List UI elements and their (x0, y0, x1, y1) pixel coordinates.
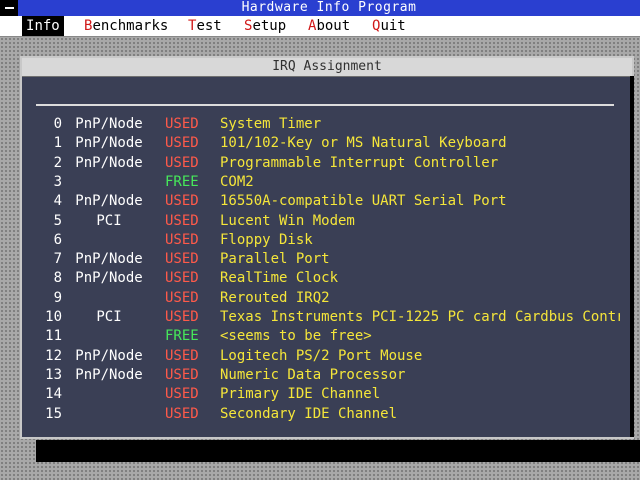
irq-description: Numeric Data Processor (220, 367, 406, 383)
irq-row-2: 2 PnP/Node USED Programmable Interrupt Cont… (22, 154, 632, 173)
irq-bus-type: PCI (96, 309, 122, 325)
irq-status: USED (165, 193, 199, 209)
irq-description: Programmable Interrupt Controller (220, 155, 499, 171)
menu-item-info[interactable]: Info (22, 16, 64, 36)
irq-status: USED (165, 309, 199, 325)
screen: Hardware Info Program Info Benchmarks Test… (0, 0, 640, 480)
irq-status: USED (165, 406, 199, 422)
menu-label: est (196, 18, 222, 34)
irq-number: 10 (45, 309, 62, 325)
irq-row-1: 1 PnP/Node USED 101/102-Key or MS Natural K… (22, 134, 632, 153)
irq-number: 5 (53, 213, 62, 229)
irq-number: 8 (53, 270, 62, 286)
irq-description: 16550A-compatible UART Serial Port (220, 193, 507, 209)
irq-row-3: 3 FREE COM2 (22, 173, 632, 192)
irq-row-7: 7 PnP/Node USED Parallel Port (22, 250, 632, 269)
system-menu-icon (5, 7, 14, 9)
irq-bus-type: PnP/Node (75, 135, 143, 151)
irq-status: FREE (165, 174, 199, 190)
menu-label: enchmarks (92, 18, 169, 34)
system-menu-button[interactable] (0, 0, 18, 16)
irq-description: Rerouted IRQ2 (220, 290, 330, 306)
irq-number: 4 (53, 193, 62, 209)
irq-row-15: 15 USED Secondary IDE Channel (22, 405, 632, 424)
irq-table: 0 PnP/Node USED System Timer 1 PnP/Node USED 10… (22, 58, 632, 437)
irq-description: RealTime Clock (220, 270, 339, 286)
irq-row-12: 12 PnP/Node USED Logitech PS/2 Port Mouse (22, 347, 632, 366)
irq-description: Primary IDE Channel (220, 386, 381, 402)
irq-description: Secondary IDE Channel (220, 406, 398, 422)
irq-bus-type: PnP/Node (75, 367, 143, 383)
irq-number: 3 (53, 174, 62, 190)
irq-bus-type: PCI (96, 213, 122, 229)
irq-number: 0 (53, 116, 62, 132)
irq-status: USED (165, 155, 199, 171)
irq-row-8: 8 PnP/Node USED RealTime Clock (22, 269, 632, 288)
irq-description: Texas Instruments PCI-1225 PC card Cardb… (220, 309, 620, 325)
irq-bus-type: PnP/Node (75, 193, 143, 209)
menu-label: nfo (34, 18, 60, 34)
irq-description: Logitech PS/2 Port Mouse (220, 348, 423, 364)
irq-bus-type: PnP/Node (75, 116, 143, 132)
menu-item-about[interactable]: About (304, 16, 354, 36)
irq-number: 13 (45, 367, 62, 383)
irq-status: FREE (165, 328, 199, 344)
irq-bus-type: PnP/Node (75, 251, 143, 267)
irq-number: 7 (53, 251, 62, 267)
irq-row-0: 0 PnP/Node USED System Timer (22, 115, 632, 134)
menu-label: uit (380, 18, 406, 34)
irq-description: 101/102-Key or MS Natural Keyboard (220, 135, 507, 151)
irq-description: Parallel Port (220, 251, 330, 267)
irq-number: 12 (45, 348, 62, 364)
irq-bus-type: PnP/Node (75, 155, 143, 171)
menu-item-setup[interactable]: Setup (240, 16, 290, 36)
irq-status: USED (165, 251, 199, 267)
irq-description: System Timer (220, 116, 322, 132)
menu-item-quit[interactable]: Quit (368, 16, 410, 36)
irq-description: COM2 (220, 174, 254, 190)
menu-item-benchmarks[interactable]: Benchmarks (80, 16, 172, 36)
irq-status: USED (165, 290, 199, 306)
irq-number: 1 (53, 135, 62, 151)
menu-bar: Info Benchmarks Test Setup About Quit (0, 16, 640, 37)
irq-bus-type: PnP/Node (75, 348, 143, 364)
irq-status: USED (165, 232, 199, 248)
irq-description: Floppy Disk (220, 232, 313, 248)
irq-number: 6 (53, 232, 62, 248)
irq-number: 14 (45, 386, 62, 402)
irq-status: USED (165, 348, 199, 364)
title-bar: Hardware Info Program (0, 0, 640, 16)
irq-row-13: 13 PnP/Node USED Numeric Data Processor (22, 366, 632, 385)
irq-row-14: 14 USED Primary IDE Channel (22, 385, 632, 404)
menu-label: etup (252, 18, 287, 34)
irq-row-6: 6 USED Floppy Disk (22, 231, 632, 250)
irq-row-10: 10 PCI USED Texas Instruments PCI-1225 PC c… (22, 308, 632, 327)
irq-status: USED (165, 135, 199, 151)
irq-row-4: 4 PnP/Node USED 16550A-compatible UART Seri… (22, 192, 632, 211)
irq-number: 2 (53, 155, 62, 171)
irq-bus-type: PnP/Node (75, 270, 143, 286)
app-title: Hardware Info Program (241, 0, 417, 15)
irq-row-5: 5 PCI USED Lucent Win Modem (22, 212, 632, 231)
irq-row-11: 11 FREE <seems to be free> (22, 327, 632, 346)
menu-item-test[interactable]: Test (184, 16, 226, 36)
irq-status: USED (165, 213, 199, 229)
irq-number: 9 (53, 290, 62, 306)
irq-description: Lucent Win Modem (220, 213, 355, 229)
irq-status: USED (165, 270, 199, 286)
irq-status: USED (165, 386, 199, 402)
irq-number: 11 (45, 328, 62, 344)
irq-number: 15 (45, 406, 62, 422)
menu-label: bout (316, 18, 351, 34)
window-shadow (630, 76, 634, 437)
irq-description: <seems to be free> (220, 328, 372, 344)
irq-status: USED (165, 367, 199, 383)
irq-assignment-window: IRQ Assignment 0 PnP/Node USED System Timer… (20, 56, 634, 439)
irq-row-9: 9 USED Rerouted IRQ2 (22, 289, 632, 308)
status-band (36, 440, 640, 462)
irq-status: USED (165, 116, 199, 132)
